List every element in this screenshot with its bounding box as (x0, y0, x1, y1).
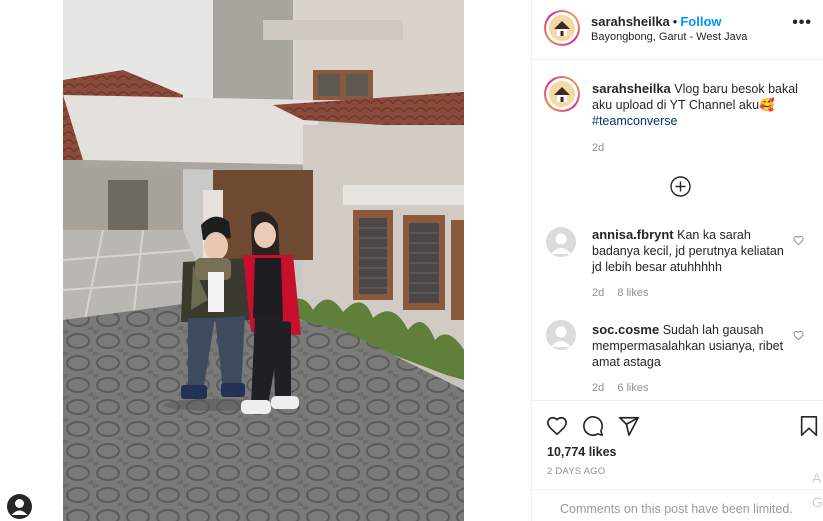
caption-time: 2d (592, 142, 605, 154)
user-silhouette-icon (551, 233, 571, 254)
comment-time: 2d (592, 382, 605, 394)
post-photo-image (63, 0, 464, 521)
comment-text: annisa.fbrynt Kan ka sarah badanya kecil… (592, 227, 792, 275)
more-options-icon[interactable]: ••• (792, 14, 812, 32)
follow-separator: • (672, 14, 678, 29)
heart-icon[interactable] (793, 330, 804, 341)
comment-likes[interactable]: 8 likes (617, 287, 648, 299)
post-header: sarahsheilka • Follow Bayongbong, Garut - … (532, 0, 823, 60)
comments-limited-notice: Comments on this post have been limited. (532, 489, 823, 521)
edge-text-a: A (812, 470, 822, 486)
plus-circle-icon[interactable] (670, 176, 691, 197)
caption-text: sarahsheilka Vlog baru besok bakal aku u… (592, 81, 807, 129)
comment-likes[interactable]: 6 likes (617, 382, 648, 394)
post-location[interactable]: Bayongbong, Garut - West Java (591, 31, 747, 43)
post-timestamp: 2 DAYS AGO (547, 466, 606, 477)
commenter-username[interactable]: soc.cosme (592, 322, 659, 337)
house-logo-icon (554, 21, 570, 36)
heart-icon[interactable] (793, 235, 804, 246)
comment-time: 2d (592, 287, 605, 299)
profile-avatar-icon[interactable] (7, 494, 32, 519)
follow-button[interactable]: Follow (680, 14, 721, 29)
post-side-panel: sarahsheilka • Follow Bayongbong, Garut - … (531, 0, 823, 521)
house-logo-icon (554, 87, 570, 102)
edge-text-g: G (812, 494, 823, 510)
likes-count[interactable]: 10,774 likes (547, 445, 617, 459)
comment-text: soc.cosme Sudah lah gausah mempermasalah… (592, 322, 792, 370)
author-username[interactable]: sarahsheilka (591, 14, 670, 29)
bookmark-icon[interactable] (798, 415, 820, 437)
caption-username[interactable]: sarahsheilka (592, 81, 671, 96)
commenter-avatar[interactable] (546, 227, 576, 257)
comment-bubble-icon[interactable] (582, 415, 604, 437)
paper-plane-icon[interactable] (618, 415, 640, 437)
post-actions: 10,774 likes 2 DAYS AGO Comments on this… (532, 400, 823, 521)
commenter-username[interactable]: annisa.fbrynt (592, 227, 674, 242)
post-photo[interactable] (63, 0, 464, 521)
page-background (0, 0, 63, 521)
user-silhouette-icon (11, 499, 28, 515)
commenter-avatar[interactable] (546, 320, 576, 350)
caption-hashtag[interactable]: #teamconverse (592, 114, 677, 128)
heart-icon[interactable] (546, 415, 568, 437)
author-avatar[interactable] (544, 10, 580, 46)
user-silhouette-icon (551, 326, 571, 347)
caption-author-avatar[interactable] (544, 76, 580, 112)
